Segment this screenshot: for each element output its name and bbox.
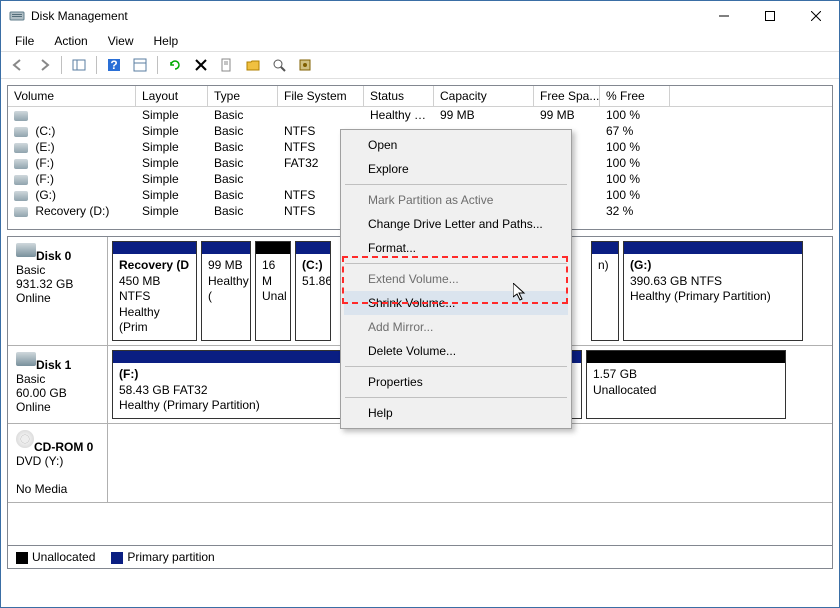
col-free[interactable]: Free Spa... xyxy=(534,86,600,106)
legend: Unallocated Primary partition xyxy=(7,546,833,569)
context-menu: Open Explore Mark Partition as Active Ch… xyxy=(340,129,572,429)
content-area: Volume Layout Type File System Status Ca… xyxy=(1,79,839,607)
col-layout[interactable]: Layout xyxy=(136,86,208,106)
ctx-delete-volume[interactable]: Delete Volume... xyxy=(344,339,568,363)
show-hide-button[interactable] xyxy=(68,54,90,76)
partition[interactable]: n) xyxy=(591,241,619,341)
ctx-add-mirror: Add Mirror... xyxy=(344,315,568,339)
legend-unallocated: Unallocated xyxy=(16,550,95,564)
disk-label: CD-ROM 0DVD (Y:)No Media xyxy=(8,424,108,502)
legend-primary: Primary partition xyxy=(111,550,214,564)
toolbar: ? xyxy=(1,51,839,79)
disk-partitions xyxy=(108,424,832,502)
ctx-help[interactable]: Help xyxy=(344,401,568,425)
list-header: Volume Layout Type File System Status Ca… xyxy=(8,86,832,107)
col-type[interactable]: Type xyxy=(208,86,278,106)
menu-file[interactable]: File xyxy=(7,32,42,50)
titlebar: Disk Management xyxy=(1,1,839,31)
ctx-explore[interactable]: Explore xyxy=(344,157,568,181)
search-icon[interactable] xyxy=(268,54,290,76)
back-button[interactable] xyxy=(7,54,29,76)
ctx-extend-volume: Extend Volume... xyxy=(344,267,568,291)
forward-button[interactable] xyxy=(33,54,55,76)
col-percent[interactable]: % Free xyxy=(600,86,670,106)
partition[interactable]: (G:)390.63 GB NTFSHealthy (Primary Parti… xyxy=(623,241,803,341)
disk-label: Disk 0Basic931.32 GBOnline xyxy=(8,237,108,345)
menu-action[interactable]: Action xyxy=(46,32,95,50)
cursor-icon xyxy=(513,283,529,303)
app-icon xyxy=(9,8,25,24)
menu-help[interactable]: Help xyxy=(146,32,187,50)
refresh-button[interactable] xyxy=(164,54,186,76)
properties-icon[interactable] xyxy=(216,54,238,76)
settings-icon[interactable] xyxy=(294,54,316,76)
menu-bar: File Action View Help xyxy=(1,31,839,51)
maximize-button[interactable] xyxy=(747,1,793,31)
partition[interactable]: 16 MUnal xyxy=(255,241,291,341)
partition[interactable]: 1.57 GBUnallocated xyxy=(586,350,786,419)
disk-label: Disk 1Basic60.00 GBOnline xyxy=(8,346,108,423)
ctx-properties[interactable]: Properties xyxy=(344,370,568,394)
menu-view[interactable]: View xyxy=(100,32,142,50)
ctx-shrink-volume[interactable]: Shrink Volume... xyxy=(344,291,568,315)
ctx-open[interactable]: Open xyxy=(344,133,568,157)
svg-text:?: ? xyxy=(110,58,117,72)
ctx-format[interactable]: Format... xyxy=(344,236,568,260)
delete-icon[interactable] xyxy=(190,54,212,76)
col-capacity[interactable]: Capacity xyxy=(434,86,534,106)
partition[interactable]: (C:)51.86 xyxy=(295,241,331,341)
view-icon[interactable] xyxy=(129,54,151,76)
partition[interactable]: Recovery (D450 MB NTFSHealthy (Prim xyxy=(112,241,197,341)
help-button[interactable]: ? xyxy=(103,54,125,76)
ctx-mark-active: Mark Partition as Active xyxy=(344,188,568,212)
disk-block: CD-ROM 0DVD (Y:)No Media xyxy=(8,424,832,503)
col-filesystem[interactable]: File System xyxy=(278,86,364,106)
minimize-button[interactable] xyxy=(701,1,747,31)
col-status[interactable]: Status xyxy=(364,86,434,106)
folder-icon[interactable] xyxy=(242,54,264,76)
partition[interactable]: 99 MBHealthy ( xyxy=(201,241,251,341)
table-row[interactable]: SimpleBasicHealthy (E...99 MB99 MB100 % xyxy=(8,107,832,123)
ctx-change-drive-letter[interactable]: Change Drive Letter and Paths... xyxy=(344,212,568,236)
window-title: Disk Management xyxy=(31,9,701,23)
col-volume[interactable]: Volume xyxy=(8,86,136,106)
close-button[interactable] xyxy=(793,1,839,31)
